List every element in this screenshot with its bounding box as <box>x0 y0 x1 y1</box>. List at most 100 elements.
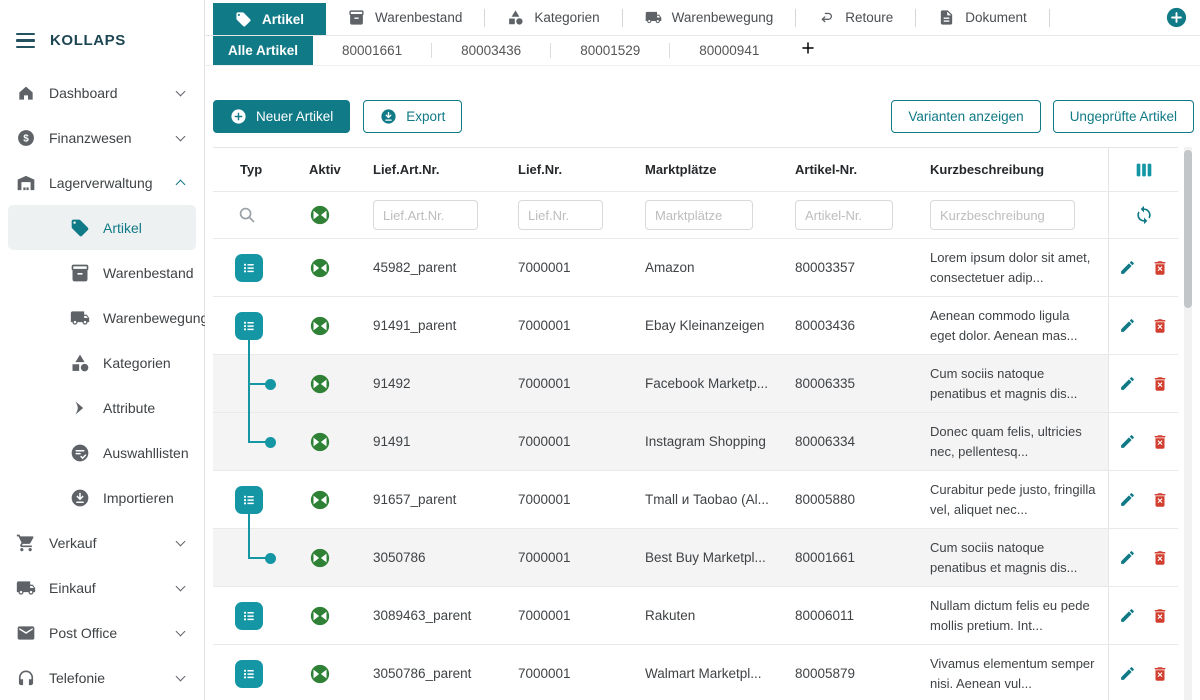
article-type-parent-icon[interactable] <box>235 486 263 514</box>
article-type-parent-icon[interactable] <box>235 312 263 340</box>
inventory-icon <box>348 9 365 26</box>
edit-icon[interactable] <box>1119 259 1136 276</box>
refresh-icon[interactable] <box>1134 205 1154 225</box>
filter-input-kurzbeschreibung[interactable] <box>930 200 1075 230</box>
edit-icon[interactable] <box>1119 317 1136 334</box>
column-header-artikel-nr: Artikel-Nr. <box>795 148 930 191</box>
search-icon[interactable] <box>237 205 257 225</box>
delete-icon[interactable] <box>1151 607 1169 625</box>
filter-input-marktplaetze[interactable] <box>645 200 753 230</box>
sidebar-item-auswahllisten[interactable]: Auswahllisten <box>0 430 204 475</box>
tab-warenbestand[interactable]: Warenbestand <box>326 0 484 35</box>
table-row[interactable]: 91657_parent 7000001 Tmall и Taobao (Al.… <box>213 471 1178 529</box>
sidebar-item-einkauf[interactable]: Einkauf <box>0 565 204 610</box>
table-row[interactable]: 45982_parent 7000001 Amazon 80003357 Lor… <box>213 239 1178 297</box>
tree-node-dot <box>265 553 276 564</box>
table-row[interactable]: 3050786_parent 7000001 Walmart Marketpl.… <box>213 645 1178 700</box>
sidebar-item-kategorien[interactable]: Kategorien <box>0 340 204 385</box>
delete-icon[interactable] <box>1151 433 1169 451</box>
sidebar-item-lagerverwaltung[interactable]: Lagerverwaltung <box>0 160 204 205</box>
filter-input-artikel-nr[interactable] <box>795 200 893 230</box>
sidebar-item-label: Telefonie <box>49 670 164 686</box>
cell-artikel-nr: 80005879 <box>795 645 930 700</box>
cell-lief-nr: 7000001 <box>518 471 645 528</box>
toolbar: Neuer Artikel Export Varianten anzeigen … <box>213 100 1194 133</box>
menu-icon[interactable] <box>16 33 35 49</box>
cell-artikel-nr: 80001661 <box>795 529 930 586</box>
sidebar-item-label: Warenbestand <box>103 265 194 281</box>
subtab-label: 80001529 <box>580 43 640 58</box>
new-article-button[interactable]: Neuer Artikel <box>213 100 350 133</box>
subtab-article[interactable]: 80001661 <box>313 36 431 65</box>
articles-table: Typ Aktiv Lief.Art.Nr. Lief.Nr. Marktplä… <box>213 147 1178 700</box>
delete-icon[interactable] <box>1151 317 1169 335</box>
table-row-child[interactable]: 91491 7000001 Instagram Shopping 8000633… <box>213 413 1178 471</box>
add-article-tab-button[interactable] <box>800 40 816 61</box>
edit-icon[interactable] <box>1119 549 1136 566</box>
sidebar-item-verkauf[interactable]: Verkauf <box>0 520 204 565</box>
inventory-icon <box>70 263 90 283</box>
cell-kurzbeschreibung: Nullam dictum felis eu pede mollis preti… <box>930 596 1108 636</box>
scrollbar-thumb[interactable] <box>1184 150 1192 308</box>
sidebar-item-attribute[interactable]: Attribute <box>0 385 204 430</box>
plus-circle-icon <box>1166 7 1187 28</box>
sidebar-item-warenbestand[interactable]: Warenbestand <box>0 250 204 295</box>
table-row-child[interactable]: 3050786 7000001 Best Buy Marketpl... 800… <box>213 529 1178 587</box>
show-variants-button[interactable]: Varianten anzeigen <box>891 100 1040 133</box>
cell-artikel-nr: 80006335 <box>795 355 930 412</box>
filter-input-lief-art-nr[interactable] <box>373 200 478 230</box>
cell-kurzbeschreibung: Cum sociis natoque penatibus et magnis d… <box>930 538 1108 578</box>
sidebar-item-importieren[interactable]: Importieren <box>0 475 204 520</box>
cell-lief-nr: 7000001 <box>518 529 645 586</box>
cell-lief-nr: 7000001 <box>518 587 645 644</box>
cell-marktplatz: Rakuten <box>645 608 695 623</box>
table-row[interactable]: 91491_parent 7000001 Ebay Kleinanzeigen … <box>213 297 1178 355</box>
scrollbar[interactable] <box>1184 147 1192 700</box>
sidebar-item-finanzwesen[interactable]: Finanzwesen <box>0 115 204 160</box>
filter-input-lief-nr[interactable] <box>518 200 603 230</box>
article-type-parent-icon[interactable] <box>235 602 263 630</box>
article-subtab-bar: Alle Artikel 80001661 80003436 80001529 … <box>205 36 1200 66</box>
cell-lief-art-nr: 3050786 <box>373 529 518 586</box>
edit-icon[interactable] <box>1119 433 1136 450</box>
add-tab-button[interactable] <box>1166 7 1187 28</box>
tab-artikel[interactable]: Artikel <box>213 3 326 35</box>
edit-icon[interactable] <box>1119 375 1136 392</box>
sidebar-item-artikel[interactable]: Artikel <box>8 205 196 250</box>
truck-icon <box>645 9 662 26</box>
sidebar-item-dashboard[interactable]: Dashboard <box>0 70 204 115</box>
unchecked-articles-button[interactable]: Ungeprüfte Artikel <box>1053 100 1194 133</box>
cell-marktplatz: Instagram Shopping <box>645 434 766 449</box>
delete-icon[interactable] <box>1151 375 1169 393</box>
column-settings-icon[interactable] <box>1133 159 1155 181</box>
tab-warenbewegung[interactable]: Warenbewegung <box>623 0 796 35</box>
sidebar-item-telefonie[interactable]: Telefonie <box>0 655 204 700</box>
import-icon <box>70 488 90 508</box>
delete-icon[interactable] <box>1151 665 1169 683</box>
cell-kurzbeschreibung: Curabitur pede justo, fringilla vel, ali… <box>930 480 1108 520</box>
tab-retoure[interactable]: Retoure <box>796 0 915 35</box>
edit-icon[interactable] <box>1119 491 1136 508</box>
delete-icon[interactable] <box>1151 549 1169 567</box>
active-filter-toggle[interactable] <box>309 204 331 226</box>
tab-dokument[interactable]: Dokument <box>916 0 1049 35</box>
delete-icon[interactable] <box>1151 259 1169 277</box>
subtab-article[interactable]: 80001529 <box>551 36 669 65</box>
sidebar-item-warenbewegung[interactable]: Warenbewegung <box>0 295 204 340</box>
table-filter-row <box>213 192 1178 239</box>
cell-lief-art-nr: 91657_parent <box>373 471 518 528</box>
sidebar-item-post-office[interactable]: Post Office <box>0 610 204 655</box>
subtab-article[interactable]: 80000941 <box>670 36 788 65</box>
subtab-article[interactable]: 80003436 <box>432 36 550 65</box>
export-button[interactable]: Export <box>363 100 462 133</box>
table-row-child[interactable]: 91492 7000001 Facebook Marketp... 800063… <box>213 355 1178 413</box>
delete-icon[interactable] <box>1151 491 1169 509</box>
edit-icon[interactable] <box>1119 607 1136 624</box>
article-type-parent-icon[interactable] <box>235 254 263 282</box>
article-type-parent-icon[interactable] <box>235 660 263 688</box>
active-status-icon <box>309 257 331 279</box>
edit-icon[interactable] <box>1119 665 1136 682</box>
tab-kategorien[interactable]: Kategorien <box>485 0 621 35</box>
subtab-alle-artikel[interactable]: Alle Artikel <box>213 36 313 65</box>
table-row[interactable]: 3089463_parent 7000001 Rakuten 80006011 … <box>213 587 1178 645</box>
